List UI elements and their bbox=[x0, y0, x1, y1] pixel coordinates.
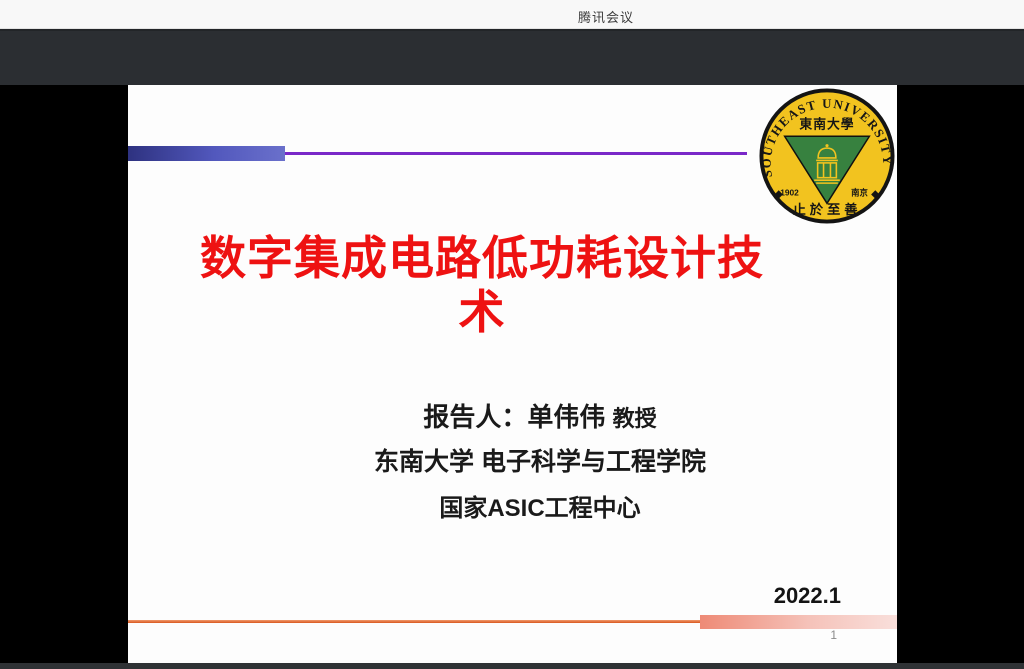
presenter-title: 教授 bbox=[613, 406, 657, 431]
slide-title: 数字集成电路低功耗设计技术 bbox=[182, 231, 782, 339]
header-accent-bar bbox=[128, 146, 285, 161]
window-titlebar[interactable]: 腾讯会议 bbox=[0, 0, 1024, 29]
header-accent-line bbox=[285, 152, 747, 155]
window-title: 腾讯会议 bbox=[578, 7, 634, 26]
seal-text-cn: 東南大學 bbox=[799, 116, 854, 131]
seal-year: 1902 bbox=[780, 187, 799, 197]
university-seal-logo: SOUTHEAST UNIVERSITY 東南大學 1902 南京 bbox=[758, 87, 896, 225]
presentation-stage: SOUTHEAST UNIVERSITY 東南大學 1902 南京 bbox=[0, 85, 1024, 663]
meeting-window: 腾讯会议 SOUTHEAST UNIVERSITY 東南大學 bbox=[0, 0, 1024, 669]
meeting-toolbar[interactable] bbox=[0, 29, 1024, 85]
presenter-line-2: 东南大学 电子科学与工程学院 bbox=[240, 442, 840, 478]
slide-date: 2022.1 bbox=[774, 583, 841, 609]
slide: SOUTHEAST UNIVERSITY 東南大學 1902 南京 bbox=[128, 85, 897, 663]
footer-accent-line bbox=[128, 620, 700, 623]
bottom-strip bbox=[0, 663, 1024, 669]
presenter-line-3: 国家ASIC工程中心 bbox=[240, 488, 840, 523]
page-number: 1 bbox=[830, 628, 837, 642]
footer-accent-bar bbox=[700, 615, 897, 629]
presenter-name: 报告人：单伟伟 bbox=[423, 402, 605, 432]
presenter-line-1: 报告人：单伟伟 教授 bbox=[240, 397, 840, 434]
seal-motto: 止於至善 bbox=[793, 201, 862, 217]
seal-city: 南京 bbox=[851, 187, 868, 197]
